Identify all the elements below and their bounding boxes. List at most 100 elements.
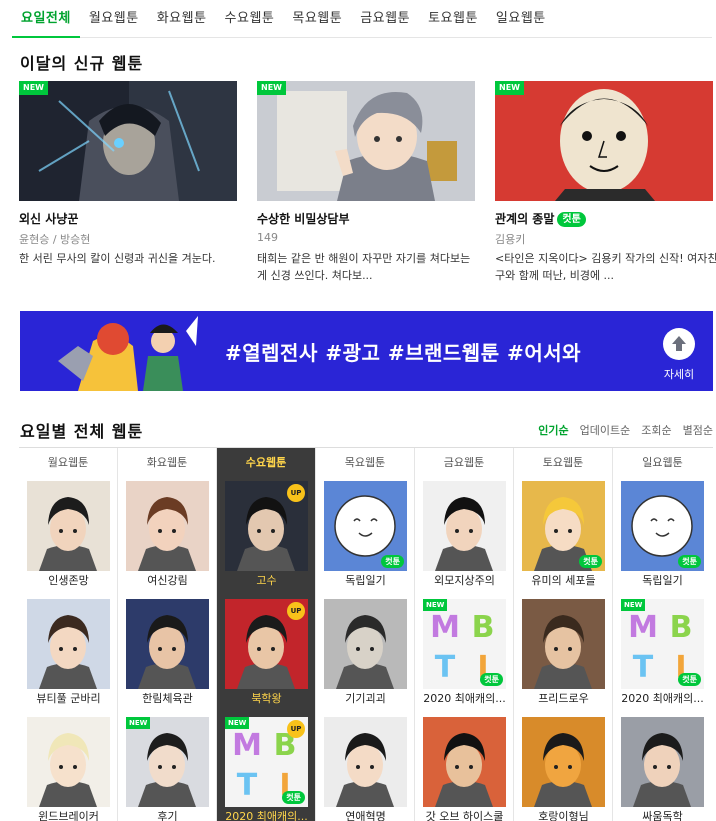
card-title[interactable]: 외신 사냥꾼 <box>19 211 237 227</box>
tab-tuesday[interactable]: 화요웹툰 <box>148 0 216 38</box>
webtoon-item[interactable]: 윈드브레이커 <box>27 717 110 821</box>
webtoon-thumbnail[interactable] <box>621 717 704 807</box>
tab-all-days[interactable]: 요일전체 <box>12 0 80 38</box>
webtoon-title[interactable]: 갓 오브 하이스쿨 <box>423 807 506 821</box>
webtoon-thumbnail[interactable]: 컷툰 <box>522 481 605 571</box>
weekday-column-header[interactable]: 화요웹툰 <box>118 448 216 478</box>
webtoon-title[interactable]: 고수 <box>225 571 308 591</box>
webtoon-item[interactable]: UP 북학왕 <box>225 599 308 709</box>
webtoon-title[interactable]: 독립일기 <box>324 571 407 591</box>
webtoon-item[interactable]: 한림체육관 <box>126 599 209 709</box>
webtoon-thumbnail[interactable] <box>126 481 209 571</box>
webtoon-thumbnail[interactable]: M B T I NEW 컷툰 <box>423 599 506 689</box>
webtoon-thumbnail[interactable] <box>423 481 506 571</box>
card-title[interactable]: 수상한 비밀상담부 <box>257 211 475 227</box>
new-webtoon-card[interactable]: NEW 수상한 비밀상담부 149 태희는 같은 반 해원이 자꾸만 자기를 쳐… <box>257 81 475 284</box>
webtoon-item[interactable]: 뷰티풀 군바리 <box>27 599 110 709</box>
webtoon-title[interactable]: 연애혁명 <box>324 807 407 821</box>
webtoon-item[interactable]: 인생존망 <box>27 481 110 591</box>
webtoon-thumbnail[interactable]: NEW <box>495 81 713 201</box>
webtoon-thumbnail[interactable]: NEW <box>257 81 475 201</box>
webtoon-thumbnail[interactable]: M B T I NEW 컷툰 <box>621 599 704 689</box>
webtoon-title[interactable]: 유미의 세포들 <box>522 571 605 591</box>
webtoon-thumbnail[interactable]: 컷툰 <box>621 481 704 571</box>
webtoon-item[interactable]: NEW 후기 <box>126 717 209 821</box>
webtoon-title[interactable]: 후기 <box>126 807 209 821</box>
webtoon-thumbnail[interactable] <box>522 599 605 689</box>
webtoon-item[interactable]: 여신강림 <box>126 481 209 591</box>
webtoon-item[interactable]: 컷툰 독립일기 <box>621 481 704 591</box>
webtoon-item[interactable]: UP 고수 <box>225 481 308 591</box>
webtoon-item[interactable]: 외모지상주의 <box>423 481 506 591</box>
weekday-column-header[interactable]: 목요웹툰 <box>316 448 414 478</box>
webtoon-thumbnail[interactable]: NEW <box>126 717 209 807</box>
webtoon-title[interactable]: 뷰티풀 군바리 <box>27 689 110 709</box>
tab-saturday[interactable]: 토요웹툰 <box>419 0 487 38</box>
cut-toon-badge: 컷툰 <box>579 555 602 568</box>
webtoon-thumbnail[interactable] <box>324 599 407 689</box>
weekday-column-header[interactable]: 금요웹툰 <box>415 448 513 478</box>
webtoon-title[interactable]: 여신강림 <box>126 571 209 591</box>
webtoon-title[interactable]: 북학왕 <box>225 689 308 709</box>
webtoon-item[interactable]: 갓 오브 하이스쿨 <box>423 717 506 821</box>
sort-updated[interactable]: 업데이트순 <box>580 422 631 438</box>
webtoon-item[interactable]: M B T I NEW 컷툰 2020 최애캐의... <box>423 599 506 709</box>
webtoon-item[interactable]: M B T I NEW UP 컷툰 2020 최애캐의... <box>225 717 308 821</box>
sort-views[interactable]: 조회순 <box>641 422 671 438</box>
tab-monday[interactable]: 월요웹툰 <box>80 0 148 38</box>
new-webtoon-card[interactable]: NEW 외신 사냥꾼 윤현승 / 방승현 한 서린 무사의 칼이 신령과 귀신을… <box>19 81 237 284</box>
webtoon-thumbnail[interactable]: UP <box>225 481 308 571</box>
banner-detail-link[interactable]: 자세히 <box>653 366 705 382</box>
webtoon-title[interactable]: 인생존망 <box>27 571 110 591</box>
tab-sunday[interactable]: 일요웹툰 <box>487 0 555 38</box>
weekday-tab-bar: 요일전체 월요웹툰 화요웹툰 수요웹툰 목요웹툰 금요웹툰 토요웹툰 일요웹툰 <box>12 0 712 38</box>
webtoon-thumbnail[interactable] <box>522 717 605 807</box>
webtoon-item[interactable]: 컷툰유미의 세포들 <box>522 481 605 591</box>
card-title[interactable]: 관계의 종말 컷툰 <box>495 211 713 227</box>
webtoon-item[interactable]: M B T I NEW 컷툰 2020 최애캐의... <box>621 599 704 709</box>
tab-wednesday[interactable]: 수요웹툰 <box>216 0 284 38</box>
webtoon-title[interactable]: 2020 최애캐의... <box>423 689 506 709</box>
webtoon-title[interactable]: 독립일기 <box>621 571 704 591</box>
tab-friday[interactable]: 금요웹툰 <box>351 0 419 38</box>
webtoon-item[interactable]: 기기괴괴 <box>324 599 407 709</box>
update-badge: UP <box>287 602 305 620</box>
webtoon-item[interactable]: 호랑이형님 <box>522 717 605 821</box>
webtoon-thumbnail[interactable] <box>27 717 110 807</box>
ad-banner[interactable]: #열렙전사 #광고 #브랜드웹툰 #어서와 자세히 <box>20 311 713 391</box>
webtoon-title[interactable]: 기기괴괴 <box>324 689 407 709</box>
arrow-up-icon[interactable] <box>663 328 695 360</box>
webtoon-title[interactable]: 2020 최애캐의... <box>225 807 308 821</box>
tab-thursday[interactable]: 목요웹툰 <box>283 0 351 38</box>
webtoon-title[interactable]: 프리드로우 <box>522 689 605 709</box>
webtoon-thumbnail[interactable]: 컷툰 <box>324 481 407 571</box>
webtoon-title[interactable]: 싸움독학 <box>621 807 704 821</box>
webtoon-thumbnail[interactable]: UP <box>225 599 308 689</box>
new-badge: NEW <box>225 717 250 729</box>
webtoon-item[interactable]: 프리드로우 <box>522 599 605 709</box>
webtoon-title[interactable]: 호랑이형님 <box>522 807 605 821</box>
webtoon-thumbnail[interactable] <box>324 717 407 807</box>
webtoon-item[interactable]: 싸움독학 <box>621 717 704 821</box>
weekday-column-header[interactable]: 수요웹툰 <box>217 448 315 478</box>
webtoon-item[interactable]: 컷툰 독립일기 <box>324 481 407 591</box>
webtoon-thumbnail[interactable]: NEW <box>19 81 237 201</box>
webtoon-title[interactable]: 한림체육관 <box>126 689 209 709</box>
webtoon-title[interactable]: 외모지상주의 <box>423 571 506 591</box>
webtoon-thumbnail[interactable]: M B T I NEW UP 컷툰 <box>225 717 308 807</box>
sort-rating[interactable]: 별점순 <box>683 422 713 438</box>
webtoon-title[interactable]: 2020 최애캐의... <box>621 689 704 709</box>
cut-toon-badge: 컷툰 <box>282 791 305 804</box>
new-webtoon-card[interactable]: NEW 관계의 종말 컷툰 김용키 <타인은 지옥이다> 김용키 작가의 신작! … <box>495 81 716 284</box>
webtoon-thumbnail[interactable] <box>27 599 110 689</box>
weekday-column-header[interactable]: 일요웹툰 <box>613 448 712 478</box>
svg-text:T: T <box>435 650 456 685</box>
webtoon-thumbnail[interactable] <box>126 599 209 689</box>
webtoon-thumbnail[interactable] <box>423 717 506 807</box>
webtoon-title[interactable]: 윈드브레이커 <box>27 807 110 821</box>
webtoon-item[interactable]: 연애혁명 <box>324 717 407 821</box>
webtoon-thumbnail[interactable] <box>27 481 110 571</box>
weekday-column-header[interactable]: 월요웹툰 <box>19 448 117 478</box>
weekday-column-header[interactable]: 토요웹툰 <box>514 448 612 478</box>
sort-popular[interactable]: 인기순 <box>538 422 568 438</box>
